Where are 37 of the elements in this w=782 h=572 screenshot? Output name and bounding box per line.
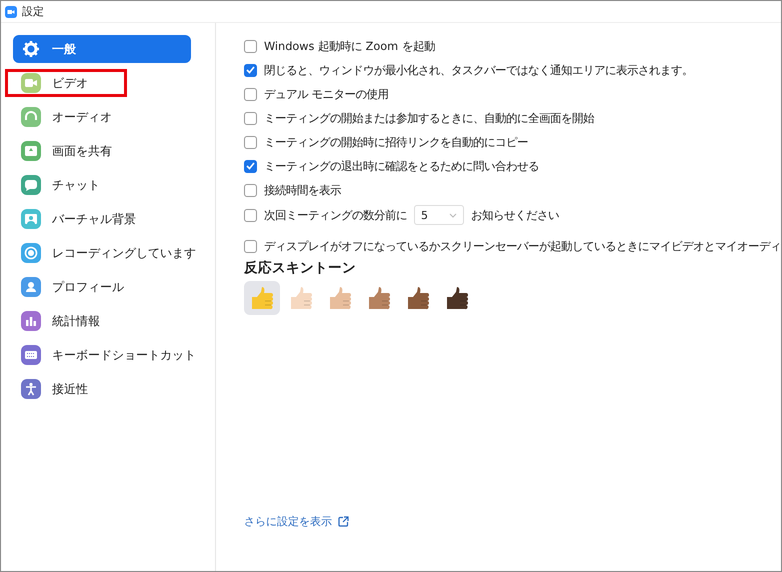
sidebar-item[interactable]: プロフィール	[13, 273, 205, 301]
option-label: ミーティングの開始時に招待リンクを自動的にコピー	[264, 134, 528, 150]
chevron-down-icon	[449, 212, 457, 218]
sidebar-item[interactable]: ビデオ	[5, 69, 127, 97]
sidebar-item[interactable]: キーボードショートカット	[13, 341, 205, 369]
window-title: 設定	[22, 4, 44, 19]
sidebar-item[interactable]: 接近性	[13, 375, 205, 403]
sidebar-item[interactable]: チャット	[13, 171, 205, 199]
checkbox[interactable]	[244, 64, 257, 76]
checkbox[interactable]	[244, 112, 257, 124]
sidebar-item[interactable]: 一般	[13, 35, 191, 63]
sidebar-item[interactable]: 統計情報	[13, 307, 205, 335]
option-label: デュアル モニターの使用	[264, 86, 389, 102]
option-label: 閉じると、ウィンドウが最小化され、タスクバーではなく通知エリアに表示されます。	[264, 62, 693, 78]
option-label: お知らせください	[471, 208, 559, 222]
option-label: ディスプレイがオフになっているかスクリーンセーバーが起動しているときにマイビデオとマイオーディ	[264, 238, 781, 254]
external-link-icon	[338, 516, 349, 527]
checkbox[interactable]	[244, 136, 257, 148]
checkbox[interactable]	[244, 160, 257, 172]
option-label: ミーティングの退出時に確認をとるために問い合わせる	[264, 158, 539, 174]
video-camera-icon	[5, 6, 17, 18]
option-label: 次回ミーティングの数分前に	[264, 208, 407, 222]
more-settings-link[interactable]: さらに設定を表示	[244, 514, 332, 529]
sidebar-item[interactable]: レコーディングしています	[13, 239, 205, 267]
checkbox[interactable]	[244, 240, 257, 252]
minutes-dropdown[interactable]: 5	[414, 205, 464, 225]
option-label: ミーティングの開始または参加するときに、自動的に全画面を開始	[264, 110, 594, 126]
option-label: 接続時間を表示	[264, 182, 341, 198]
option-label: Windows 起動時に Zoom を起動	[264, 38, 435, 54]
sidebar-item[interactable]: バーチャル背景	[13, 205, 205, 233]
section-heading: 反応スキントーン	[244, 259, 357, 277]
checkbox[interactable]	[244, 88, 257, 100]
checkbox[interactable]	[244, 40, 257, 52]
sidebar-item[interactable]: オーディオ	[13, 103, 205, 131]
checkbox[interactable]	[244, 184, 257, 196]
checkbox[interactable]	[244, 208, 257, 222]
sidebar-item[interactable]: 画面を共有	[13, 137, 205, 165]
